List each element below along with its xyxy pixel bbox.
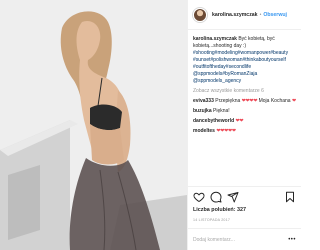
comment-row: buzujka Piękna!: [193, 108, 298, 115]
add-comment-input[interactable]: [193, 236, 283, 243]
comments-section: karolina.szymczak Być kobietą, być kobie…: [193, 36, 298, 135]
more-icon[interactable]: •••: [288, 237, 296, 243]
view-all-comments-link[interactable]: Zobacz wszystkie komentarze 6: [193, 88, 298, 95]
post-header: karolina.szymczak • Obserwuj: [188, 0, 301, 30]
comment-text: Piękna!: [213, 108, 230, 114]
comment-username[interactable]: dancebytheworld: [193, 118, 234, 124]
comment-username[interactable]: modeltes: [193, 128, 215, 134]
caption: karolina.szymczak Być kobietą, być kobie…: [193, 36, 298, 85]
header-username[interactable]: karolina.szymczak: [212, 12, 258, 18]
caption-mentions[interactable]: @sppmodels#byRomanZiaja @sppmodels_agenc…: [193, 71, 257, 84]
comment-hearts: ❤❤: [235, 118, 244, 124]
header-separator: •: [259, 11, 262, 18]
comment-icon[interactable]: [210, 191, 222, 203]
avatar[interactable]: [193, 7, 207, 22]
post-details-panel: karolina.szymczak • Obserwuj karolina.sz…: [187, 0, 301, 250]
comment-username[interactable]: buzujka: [193, 108, 212, 114]
comment-text: Przepiękna: [215, 98, 241, 104]
comment-extra-text: Moja Kochana: [258, 98, 291, 104]
post-photo[interactable]: [0, 0, 187, 250]
comment-row: modeltes ❤❤❤❤❤: [193, 128, 298, 135]
caption-username[interactable]: karolina.szymczak: [193, 36, 237, 42]
add-comment-bar: •••: [188, 228, 301, 250]
follow-button[interactable]: Obserwuj: [263, 12, 287, 18]
comment-username[interactable]: eviva333: [193, 98, 214, 104]
post-photo-illustration: [0, 0, 187, 250]
comment-row: dancebytheworld ❤❤: [193, 118, 298, 125]
comment-hearts: ❤❤❤❤: [241, 98, 258, 104]
post-date: 14 LISTOPADA 2017: [193, 218, 231, 222]
comment-extra-hearts: ❤: [291, 98, 296, 104]
action-bar: [188, 186, 301, 206]
bookmark-icon[interactable]: [284, 191, 296, 203]
likes-count[interactable]: Liczba polubień: 327: [193, 207, 246, 213]
heart-icon[interactable]: [193, 191, 205, 203]
comment-row: eviva333 Przepiękna ❤❤❤❤ Moja Kochana ❤: [193, 98, 298, 105]
share-icon[interactable]: [227, 191, 239, 203]
comment-hearts: ❤❤❤❤❤: [216, 128, 236, 134]
caption-hashtags[interactable]: #shooting#modeling#womanpower#beauty #su…: [193, 50, 288, 70]
